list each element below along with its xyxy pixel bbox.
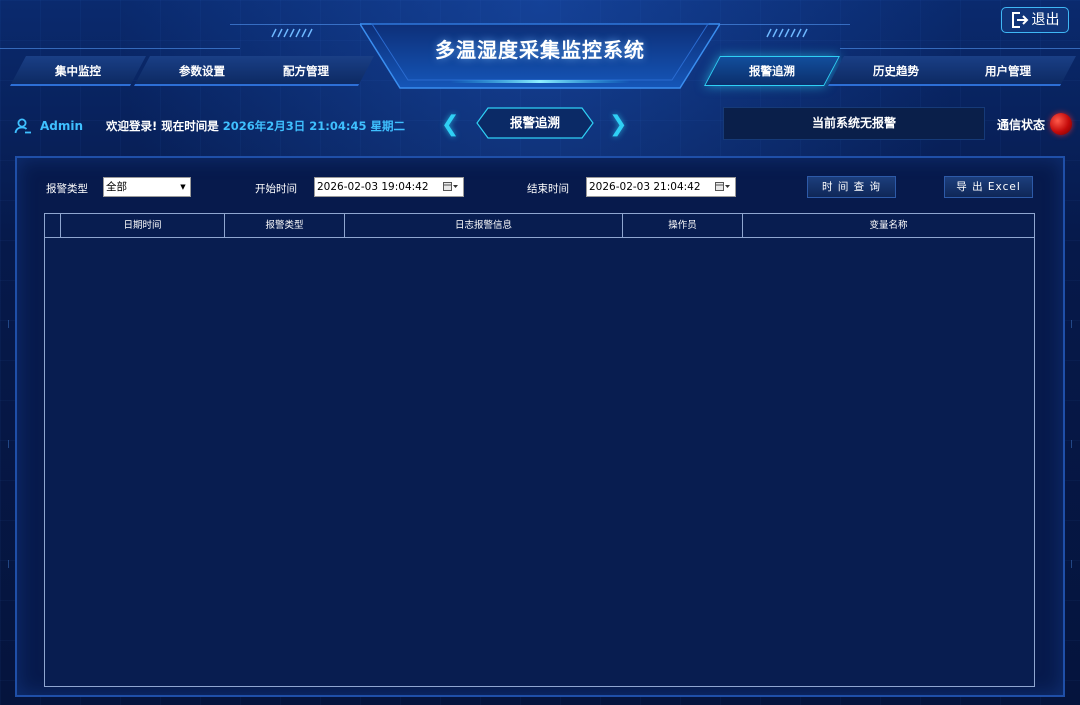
page-title: 报警追溯 <box>509 115 560 130</box>
page-title-box: 报警追溯 <box>476 107 594 139</box>
tab-label: 集中监控 <box>55 64 101 78</box>
deco-tick <box>1071 440 1072 448</box>
tab-label: 报警追溯 <box>749 64 795 78</box>
end-time-input[interactable]: 2026-02-03 21:04:42 <box>586 177 736 197</box>
start-time-input[interactable]: 2026-02-03 19:04:42 <box>314 177 464 197</box>
hatch-deco-right-icon <box>766 28 808 38</box>
deco-tick <box>8 320 9 328</box>
tab-label: 历史趋势 <box>873 64 919 78</box>
tab-label: 参数设置 <box>179 64 225 78</box>
header-deco-line-left <box>0 48 240 49</box>
exit-button[interactable]: 退出 <box>1001 7 1069 33</box>
column-header-log-message[interactable]: 日志报警信息 <box>345 214 623 237</box>
table-header: 日期时间 报警类型 日志报警信息 操作员 变量名称 <box>45 214 1034 238</box>
current-datetime: 2026年2月3日 21:04:45 星期二 <box>222 119 405 133</box>
deco-tick <box>8 440 9 448</box>
logout-icon <box>1011 12 1028 28</box>
welcome-message: 欢迎登录! 现在时间是 2026年2月3日 21:04:45 星期二 <box>106 118 405 134</box>
alarm-status-banner: 当前系统无报警 <box>723 107 985 140</box>
header-deco-line-right <box>840 48 1080 49</box>
column-header-datetime[interactable]: 日期时间 <box>61 214 225 237</box>
user-icon <box>14 118 31 134</box>
tab-alarm-trace[interactable]: 报警追溯 <box>704 56 840 86</box>
start-time-value: 2026-02-03 19:04:42 <box>317 181 429 193</box>
calendar-icon[interactable] <box>443 182 459 192</box>
tab-centralized-monitoring[interactable]: 集中监控 <box>10 56 146 86</box>
calendar-icon[interactable] <box>715 182 731 192</box>
start-time-label: 开始时间 <box>255 183 297 195</box>
tab-user-management[interactable]: 用户管理 <box>940 56 1076 86</box>
row-header-cell <box>45 214 61 237</box>
tab-label: 配方管理 <box>283 64 329 78</box>
column-header-operator[interactable]: 操作员 <box>623 214 743 237</box>
header-deco-line-top-left <box>230 24 360 25</box>
app-title: 多温湿度采集监控系统 <box>435 38 645 62</box>
end-time-label: 结束时间 <box>527 183 569 195</box>
time-query-button[interactable]: 时 间 查 询 <box>807 176 896 198</box>
column-header-variable-name[interactable]: 变量名称 <box>743 214 1034 237</box>
exit-label: 退出 <box>1031 11 1060 28</box>
next-page-button[interactable]: ❯ <box>609 112 627 137</box>
deco-tick <box>8 560 9 568</box>
column-header-alarm-type[interactable]: 报警类型 <box>225 214 345 237</box>
dropdown-arrow-icon: ▼ <box>180 183 186 191</box>
alarm-type-label: 报警类型 <box>46 183 88 195</box>
prev-page-button[interactable]: ❮ <box>441 112 459 137</box>
end-time-value: 2026-02-03 21:04:42 <box>589 181 701 193</box>
alarm-type-value: 全部 <box>106 181 127 193</box>
comm-status-label: 通信状态 <box>997 118 1046 132</box>
welcome-text: 欢迎登录! 现在时间是 <box>106 119 219 133</box>
export-excel-button[interactable]: 导 出 Excel <box>944 176 1033 198</box>
deco-tick <box>1071 320 1072 328</box>
user-name: Admin <box>40 119 84 133</box>
tab-history-trend[interactable]: 历史趋势 <box>828 56 964 86</box>
comm-status-indicator <box>1050 113 1072 135</box>
tab-recipe-management[interactable]: 配方管理 <box>238 56 374 86</box>
deco-tick <box>1071 560 1072 568</box>
app-window: 多温湿度采集监控系统 集中监控 参数设置 配方管理 报警追溯 历史趋势 用户管理… <box>0 0 1080 705</box>
user-info: Admin <box>14 116 83 136</box>
alarm-log-table[interactable]: 日期时间 报警类型 日志报警信息 操作员 变量名称 <box>44 213 1035 687</box>
alarm-type-select[interactable]: 全部 ▼ <box>103 177 191 197</box>
hatch-deco-left-icon <box>271 28 313 38</box>
tab-label: 用户管理 <box>985 64 1031 78</box>
header-deco-line-top-right <box>720 24 850 25</box>
